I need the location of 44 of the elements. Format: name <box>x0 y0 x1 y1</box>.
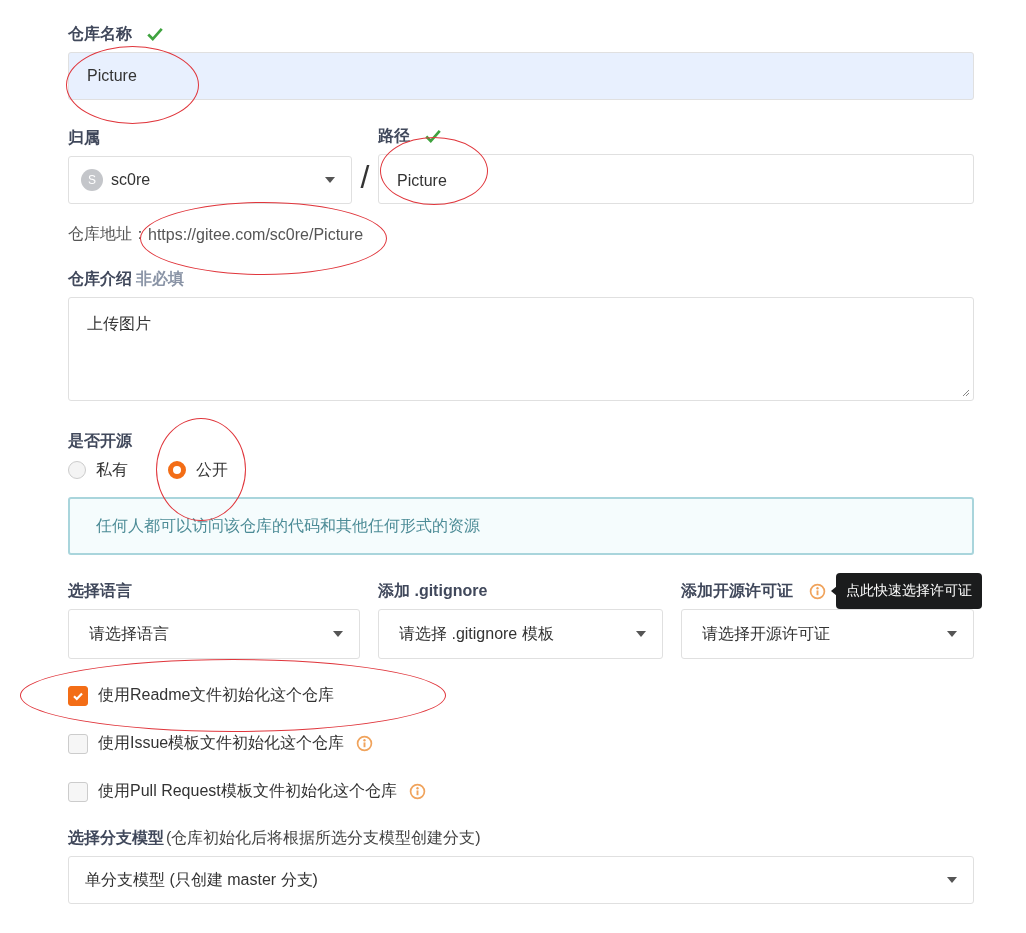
field-label: 选择分支模型 <box>68 827 164 848</box>
radio-label[interactable]: 公开 <box>196 459 228 481</box>
checkbox[interactable] <box>68 733 88 754</box>
field-label: 仓库介绍 <box>68 268 132 289</box>
caret-icon <box>947 877 957 883</box>
info-notice: 任何人都可以访问该仓库的代码和其他任何形式的资源 <box>68 497 974 555</box>
dropdown[interactable]: 请选择开源许可证 <box>681 609 974 659</box>
branch-model-dropdown[interactable]: 单分支模型 (只创建 master 分支) <box>68 856 974 904</box>
info-icon[interactable] <box>809 582 826 600</box>
caret-icon <box>947 631 957 637</box>
checkbox[interactable] <box>68 781 88 802</box>
owner-select[interactable]: S sc0re <box>68 156 352 204</box>
field-note: (仓库初始化后将根据所选分支模型创建分支) <box>166 827 481 848</box>
tooltip: 点此快速选择许可证 <box>836 573 982 609</box>
avatar-icon: S <box>81 169 103 191</box>
field-label: 仓库名称 <box>68 23 132 44</box>
info-icon[interactable] <box>356 735 374 752</box>
field-label: 添加开源许可证 <box>681 580 793 601</box>
path-input-field[interactable]: Picture <box>378 154 974 204</box>
checkbox-label[interactable]: 使用Readme文件初始化这个仓库 <box>98 685 335 706</box>
path-separator: / <box>359 159 371 196</box>
url-label: 仓库地址： <box>68 224 148 244</box>
resize-grip-icon <box>962 389 970 397</box>
optional-hint: 非必填 <box>136 268 184 289</box>
field-label: 路径 <box>378 125 410 146</box>
radio-button[interactable] <box>68 461 86 479</box>
checkbox[interactable] <box>68 685 88 706</box>
name-input-field[interactable]: Picture <box>68 52 974 100</box>
field-label: 是否开源 <box>68 430 132 451</box>
field-label: 选择语言 <box>68 580 132 601</box>
field-label: 归属 <box>68 127 100 148</box>
repo-url: https://gitee.com/sc0re/Picture <box>148 225 364 244</box>
info-icon[interactable] <box>408 783 426 800</box>
checkbox-label[interactable]: 使用Pull Request模板文件初始化这个仓库 <box>98 781 397 802</box>
dropdown[interactable]: 请选择语言 <box>68 609 360 659</box>
radio-button[interactable] <box>168 461 186 479</box>
caret-icon <box>636 631 646 637</box>
caret-icon <box>333 631 343 637</box>
checkbox-label[interactable]: 使用Issue模板文件初始化这个仓库 <box>98 733 345 754</box>
dropdown[interactable]: 请选择 .gitignore 模板 <box>378 609 663 659</box>
description-textarea[interactable]: 上传图片 <box>68 297 974 401</box>
caret-icon <box>325 177 335 183</box>
radio-label[interactable]: 私有 <box>96 459 128 481</box>
field-label: 添加 .gitignore <box>378 580 488 601</box>
